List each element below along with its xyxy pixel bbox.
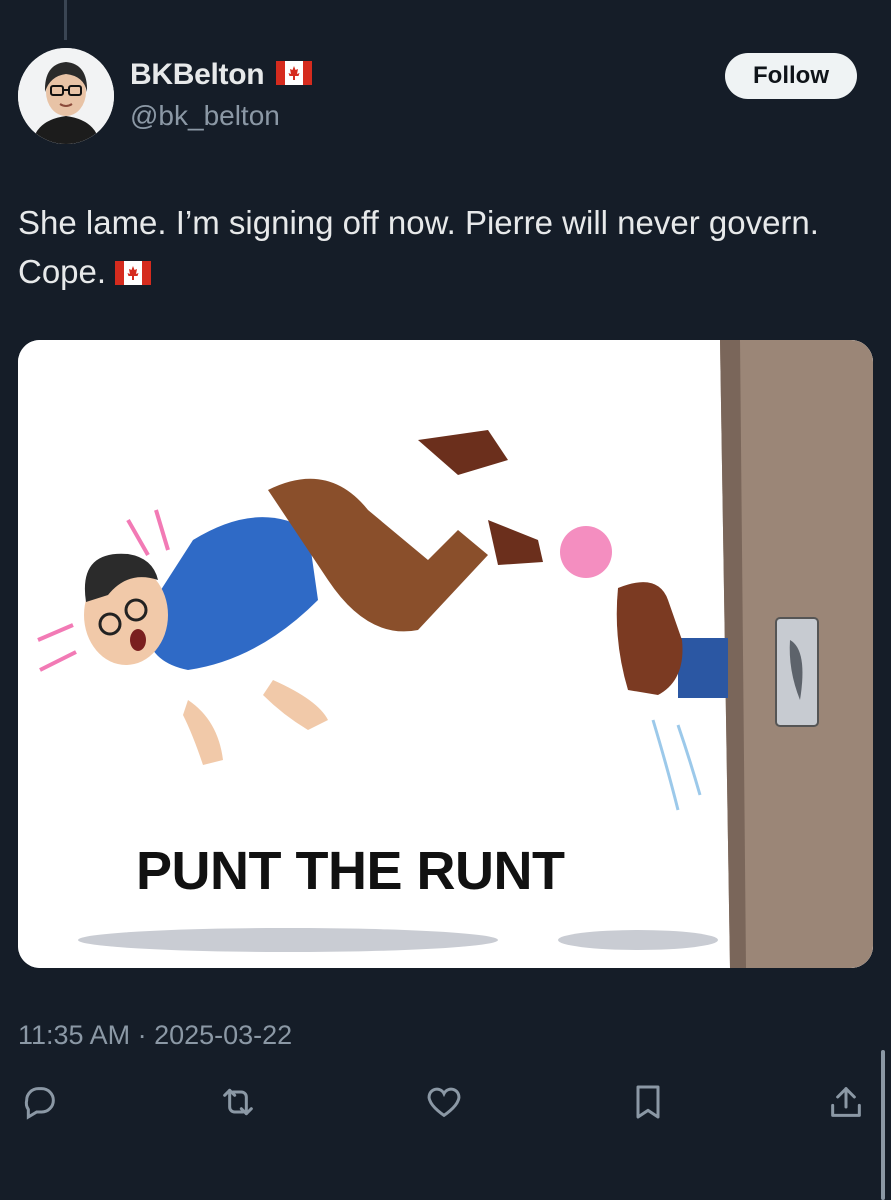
thread-connector-line <box>64 0 67 40</box>
display-name[interactable]: BKBelton <box>130 58 265 92</box>
share-icon[interactable] <box>826 1082 874 1130</box>
tweet-actions-bar <box>0 1082 891 1142</box>
bookmark-icon[interactable] <box>628 1082 676 1130</box>
user-handle[interactable]: @bk_belton <box>130 100 280 132</box>
reply-icon[interactable] <box>20 1082 68 1130</box>
tweet-media-image[interactable]: PUNT THE RUNT <box>18 340 873 968</box>
author-name-row[interactable]: BKBelton <box>130 58 313 92</box>
like-icon[interactable] <box>424 1082 472 1130</box>
meme-caption: PUNT THE RUNT <box>136 841 565 901</box>
tweet-text: She lame. I’m signing off now. Pierre wi… <box>18 198 868 296</box>
tweet-timestamp[interactable]: 11:35 AM · 2025-03-22 <box>18 1020 292 1051</box>
follow-button[interactable]: Follow <box>725 53 857 99</box>
canada-flag-icon <box>115 253 152 290</box>
retweet-icon[interactable] <box>218 1082 266 1130</box>
canada-flag-icon <box>276 60 313 90</box>
avatar-illustration <box>18 48 114 144</box>
avatar[interactable] <box>18 48 114 144</box>
scrollbar[interactable] <box>881 1050 885 1200</box>
